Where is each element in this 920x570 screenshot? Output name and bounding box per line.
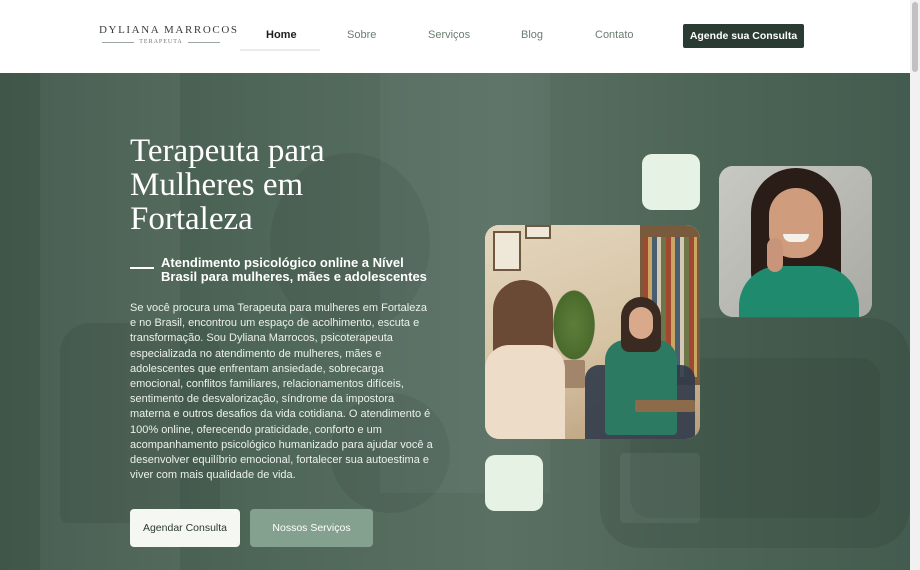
decorative-square-top [642,154,700,210]
hero-section: Terapeuta para Mulheres em Fortaleza Ate… [0,73,910,570]
logo-subtitle: TERAPEUTA [99,39,223,45]
nav-blog[interactable]: Blog [521,29,543,41]
nav-home[interactable]: Home [266,29,297,41]
logo-divider-left [102,41,135,43]
nav-contato[interactable]: Contato [595,29,634,41]
hero-subtitle: Atendimento psicológico online a Nível B… [161,255,427,284]
decorative-square-bottom [485,455,543,511]
nossos-servicos-button[interactable]: Nossos Serviços [250,509,373,547]
scrollbar-thumb[interactable] [912,2,918,72]
logo[interactable]: DYLIANA MARROCOS TERAPEUTA [99,24,239,45]
nav-sobre[interactable]: Sobre [347,29,376,41]
logo-role: TERAPEUTA [139,39,183,45]
site-header: DYLIANA MARROCOS TERAPEUTA Home Sobre Se… [0,0,910,73]
logo-name: DYLIANA MARROCOS [99,24,239,36]
therapist-portrait-photo [719,166,872,317]
nav-active-indicator [240,49,320,51]
page-scrollbar[interactable] [910,0,920,570]
subtitle-dash [130,267,154,269]
schedule-consultation-button[interactable]: Agende sua Consulta [683,24,804,48]
hero-body-text: Se você procura uma Terapeuta para mulhe… [130,302,433,482]
nav-servicos[interactable]: Serviços [428,29,470,41]
therapy-session-photo [485,225,700,439]
agendar-consulta-button[interactable]: Agendar Consulta [130,509,240,547]
hero-title: Terapeuta para Mulheres em Fortaleza [130,133,325,237]
logo-divider-right [187,41,220,43]
hero-bg-books [620,453,700,523]
